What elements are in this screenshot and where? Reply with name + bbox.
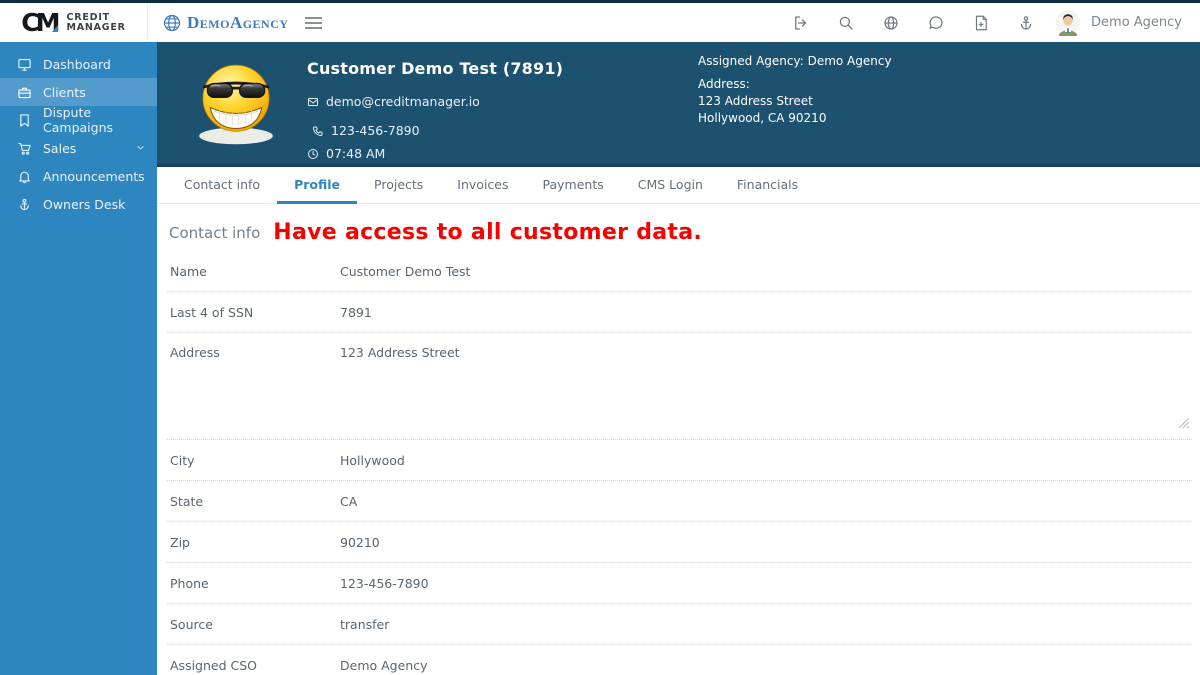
form-row-ssn: Last 4 of SSN 7891 <box>167 292 1192 333</box>
customer-time-row: 07:48 AM <box>307 146 563 161</box>
agency-globe-icon <box>163 14 181 31</box>
annotation-text: Have access to all customer data. <box>273 220 703 245</box>
assigned-agency: Assigned Agency: Demo Agency <box>698 54 892 68</box>
brand-text: CREDIT MANAGER <box>66 11 126 33</box>
form-row-state: State CA <box>167 481 1192 522</box>
field-label: Name <box>170 263 207 279</box>
field-label: Address <box>170 345 220 360</box>
briefcase-icon <box>18 87 31 98</box>
assigned-agency-block: Assigned Agency: Demo Agency Address: 12… <box>698 54 892 128</box>
form-row-address: Address 123 Address Street <box>167 333 1192 440</box>
header-right: Demo Agency <box>785 7 1200 38</box>
tab-contact-info[interactable]: Contact info <box>167 167 277 204</box>
file-add-icon[interactable] <box>965 7 996 38</box>
customer-local-time: 07:48 AM <box>326 146 386 161</box>
cart-icon <box>18 142 31 155</box>
hamburger-menu-icon[interactable] <box>304 16 322 29</box>
customer-title: Customer Demo Test (7891) <box>307 59 564 78</box>
app-window: CM CREDIT MANAGER DemoAgency Demo Agency… <box>0 0 1200 675</box>
anchor-icon <box>20 198 29 210</box>
chevron-down-icon <box>137 145 144 150</box>
address-textarea[interactable]: 123 Address Street <box>340 345 460 360</box>
credit-manager-logo[interactable]: CM CREDIT MANAGER <box>0 3 148 42</box>
customer-hero-panel: Customer Demo Test (7891) demo@creditman… <box>157 42 1200 167</box>
bell-icon <box>19 171 30 183</box>
phone-icon <box>313 126 323 136</box>
resize-handle-icon[interactable] <box>1178 417 1190 429</box>
address-line1: 123 Address Street <box>698 94 813 108</box>
brand-line2: MANAGER <box>66 21 126 33</box>
chat-icon[interactable] <box>920 7 951 38</box>
address-label: Address: <box>698 77 750 91</box>
field-label: Phone <box>170 575 209 591</box>
user-menu[interactable]: Demo Agency <box>1055 10 1182 36</box>
tab-financials[interactable]: Financials <box>720 167 815 204</box>
form-row-phone: Phone 123-456-7890 <box>167 563 1192 604</box>
user-name: Demo Agency <box>1091 15 1182 30</box>
form-row-name: Name Customer Demo Test <box>167 251 1192 292</box>
field-label: Source <box>170 616 213 632</box>
customer-email[interactable]: demo@creditmanager.io <box>326 94 480 109</box>
sidebar-item-clients[interactable]: Clients <box>0 78 157 106</box>
form-row-source: Source transfer <box>167 604 1192 645</box>
search-icon[interactable] <box>830 7 861 38</box>
logo-blue-accent <box>52 25 59 32</box>
sidebar-item-owners-desk[interactable]: Owners Desk <box>0 190 157 218</box>
tab-profile[interactable]: Profile <box>277 167 358 204</box>
profile-content: Contact info Have access to all customer… <box>157 204 1200 675</box>
sidebar-item-dashboard[interactable]: Dashboard <box>0 50 157 78</box>
field-label: State <box>170 493 204 509</box>
field-label: Last 4 of SSN <box>170 304 254 320</box>
brand-line1: CREDIT <box>66 11 110 23</box>
top-header: CM CREDIT MANAGER DemoAgency Demo Agency <box>0 3 1200 42</box>
section-title: Contact info <box>169 223 261 242</box>
sidebar-item-announcements[interactable]: Announcements <box>0 162 157 190</box>
mail-icon <box>308 97 318 106</box>
sidebar-item-sales[interactable]: Sales <box>0 134 157 162</box>
state-field[interactable]: CA <box>340 494 357 509</box>
ssn-field[interactable]: 7891 <box>340 305 372 320</box>
customer-avatar-smiley-icon <box>199 64 273 145</box>
form-row-zip: Zip 90210 <box>167 522 1192 563</box>
field-label: Zip <box>170 534 190 550</box>
globe-icon[interactable] <box>875 7 906 38</box>
sidebar: Dashboard Clients Dispute Campaigns Sale… <box>0 42 157 675</box>
clock-icon <box>308 148 318 159</box>
tab-payments[interactable]: Payments <box>526 167 621 204</box>
tab-projects[interactable]: Projects <box>357 167 440 204</box>
name-field[interactable]: Customer Demo Test <box>340 264 470 279</box>
customer-tabs: Contact info Profile Projects Invoices P… <box>157 167 1200 204</box>
field-label: City <box>170 452 195 468</box>
header-left: CM CREDIT MANAGER DemoAgency <box>0 3 322 42</box>
anchor-icon[interactable] <box>1010 7 1041 38</box>
tab-cms-login[interactable]: CMS Login <box>621 167 720 204</box>
monitor-icon <box>18 58 31 71</box>
section-header: Contact info Have access to all customer… <box>167 204 1192 251</box>
phone-field[interactable]: 123-456-7890 <box>340 576 429 591</box>
user-avatar <box>1055 10 1081 36</box>
form-row-city: City Hollywood <box>167 440 1192 481</box>
sidebar-item-dispute-campaigns[interactable]: Dispute Campaigns <box>0 105 157 135</box>
customer-phone-row: 123-456-7890 <box>312 123 563 138</box>
address-line2: Hollywood, CA 90210 <box>698 111 827 125</box>
source-field[interactable]: transfer <box>340 617 389 632</box>
customer-email-row: demo@creditmanager.io <box>307 94 563 109</box>
form-row-assigned-cso: Assigned CSO Demo Agency <box>167 645 1192 675</box>
zip-field[interactable]: 90210 <box>340 535 380 550</box>
city-field[interactable]: Hollywood <box>340 453 405 468</box>
cm-logo-mark: CM <box>21 8 60 37</box>
field-label: Assigned CSO <box>170 657 258 673</box>
agency-logo[interactable]: DemoAgency <box>162 13 289 33</box>
assigned-cso-field[interactable]: Demo Agency <box>340 658 427 673</box>
customer-phone[interactable]: 123-456-7890 <box>331 123 420 138</box>
bookmark-icon <box>20 113 29 127</box>
logout-icon[interactable] <box>785 7 816 38</box>
customer-summary: Customer Demo Test (7891) demo@creditman… <box>307 59 563 161</box>
tab-invoices[interactable]: Invoices <box>440 167 525 204</box>
agency-logo-text: DemoAgency <box>187 12 289 32</box>
